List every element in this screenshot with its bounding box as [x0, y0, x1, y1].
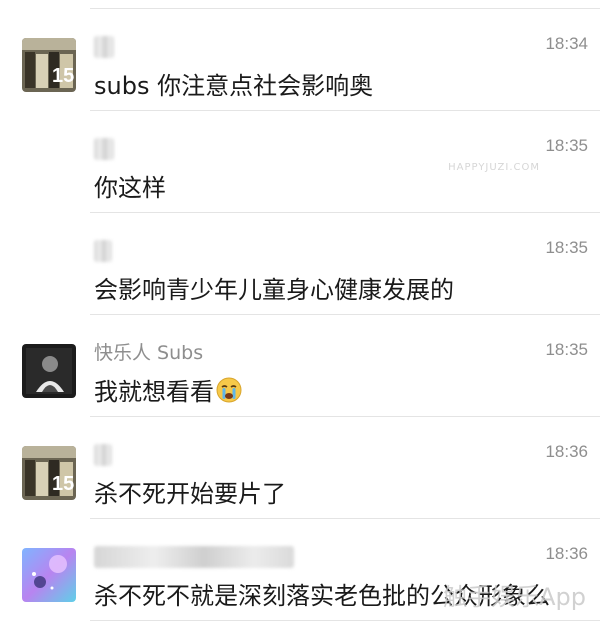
sender-name: 快乐人 Subs: [94, 342, 204, 364]
sender-name-blurred: [94, 240, 112, 262]
message-item[interactable]: 18:35 会影响青少年儿童身心健康发展的: [0, 212, 600, 314]
svg-text:15: 15: [52, 65, 74, 87]
message-time: 18:36: [545, 442, 588, 461]
message-text[interactable]: subs 你注意点社会影响奥: [94, 66, 373, 101]
crying-face-emoji: [216, 377, 242, 409]
svg-text:15: 15: [52, 473, 74, 495]
message-time: 18:36: [545, 544, 588, 563]
message-item[interactable]: 15 18:36 杀不死开始要片了: [0, 416, 600, 518]
message-text[interactable]: 你这样: [94, 168, 166, 203]
message-text[interactable]: 我就想看看: [94, 372, 242, 409]
poster-avatar[interactable]: 15: [22, 38, 76, 92]
message-time: 18:35: [545, 136, 588, 155]
message-item[interactable]: 快乐人 Subs 18:35 我就想看看: [0, 314, 600, 416]
message-text[interactable]: 杀不死开始要片了: [94, 474, 286, 509]
message-text-content: 我就想看看: [94, 378, 214, 406]
message-item[interactable]: 18:35 你这样: [0, 110, 600, 212]
message-time: 18:35: [545, 340, 588, 359]
chat-history: 15 18:34 subs 你注意点社会影响奥 18:35 你这样 18:35 …: [0, 0, 600, 634]
sender-name-blurred: [94, 546, 294, 568]
sender-name-blurred: [94, 444, 112, 466]
divider: [90, 620, 600, 621]
dark-avatar[interactable]: [22, 344, 76, 398]
sender-name-blurred: [94, 36, 114, 58]
message-time: 18:34: [545, 34, 588, 53]
message-time: 18:35: [545, 238, 588, 257]
galaxy-avatar[interactable]: [22, 548, 76, 602]
message-item[interactable]: 15 18:34 subs 你注意点社会影响奥: [0, 8, 600, 110]
message-text[interactable]: 会影响青少年儿童身心健康发展的: [94, 270, 454, 305]
watermark-url: HAPPYJUZI.COM: [448, 162, 540, 173]
sender-name-blurred: [94, 138, 114, 160]
watermark: 触手娱乐App: [443, 583, 586, 611]
poster-avatar[interactable]: 15: [22, 446, 76, 500]
